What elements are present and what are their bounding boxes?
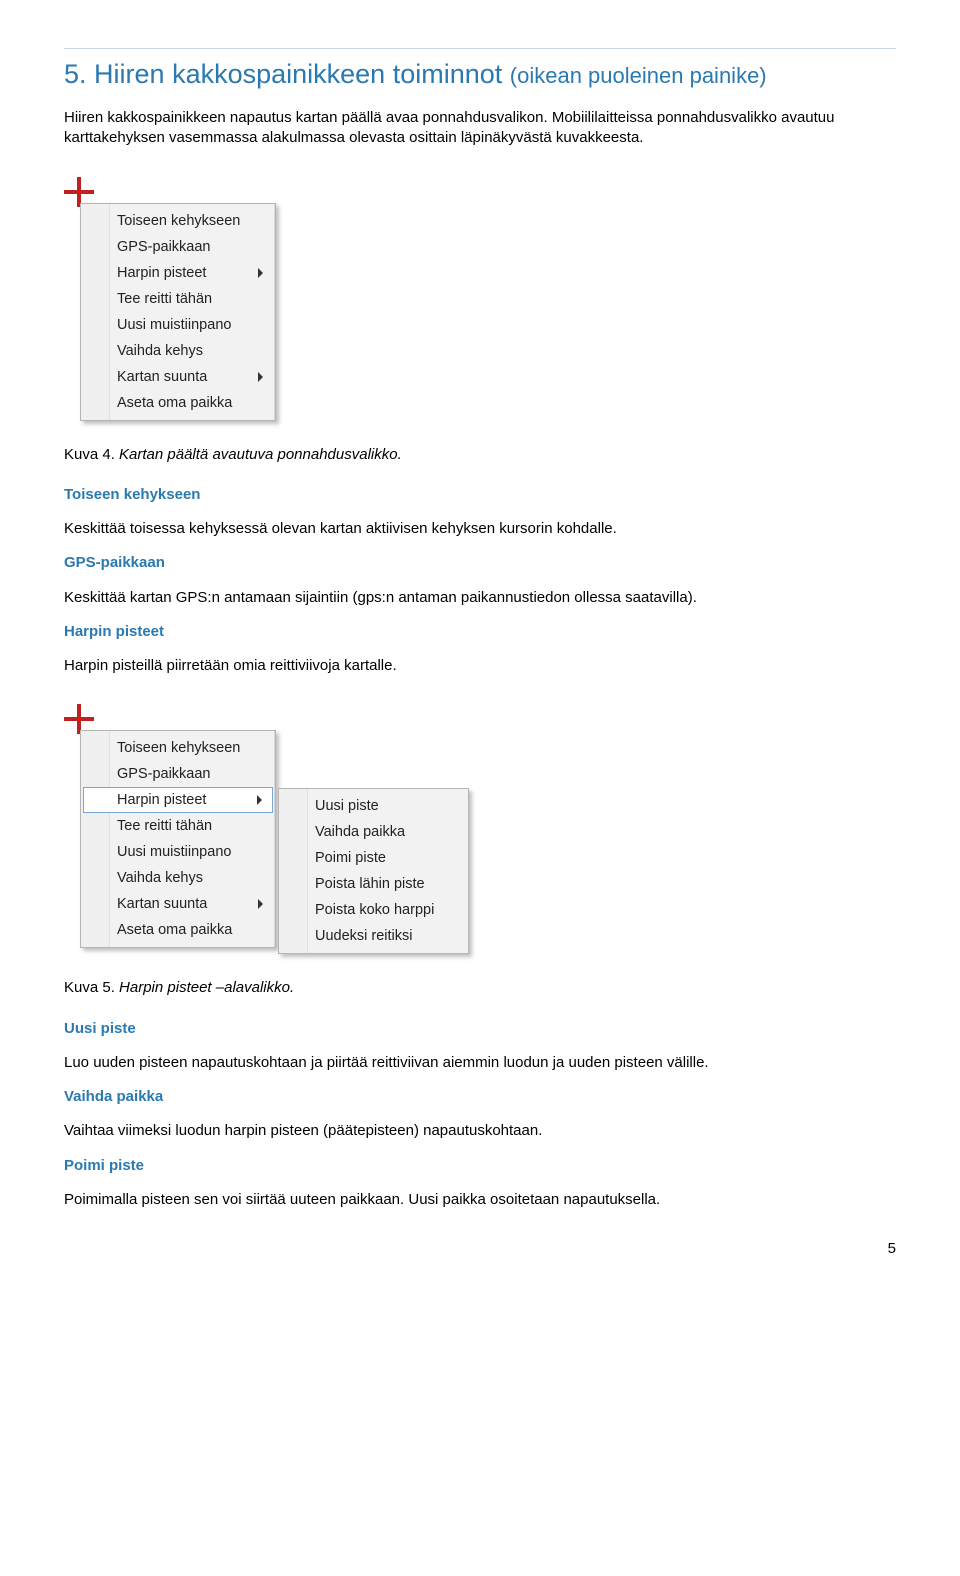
chevron-right-icon	[258, 899, 263, 909]
menu-item-label: Kartan suunta	[117, 369, 207, 385]
heading-sub: (oikean puoleinen painike)	[510, 63, 767, 88]
figure-menu-2: Toiseen kehykseen GPS-paikkaan Harpin pist…	[64, 704, 469, 954]
submenu-item-label: Vaihda paikka	[315, 824, 405, 840]
menu-item[interactable]: Vaihda kehys	[83, 865, 273, 891]
section-heading: 5. Hiiren kakkospainikkeen toiminnot (oi…	[64, 48, 896, 90]
submenu-item-label: Uudeksi reitiksi	[315, 928, 413, 944]
menu-item[interactable]: GPS-paikkaan	[83, 234, 273, 260]
definition-body: Keskittää toisessa kehyksessä olevan kar…	[64, 519, 896, 539]
definition-body: Poimimalla pisteen sen voi siirtää uutee…	[64, 1190, 896, 1210]
page-number: 5	[64, 1240, 896, 1257]
submenu-item-label: Poista lähin piste	[315, 876, 425, 892]
menu-item[interactable]: GPS-paikkaan	[83, 761, 273, 787]
submenu-item-label: Poimi piste	[315, 850, 386, 866]
menu-item-label: Aseta oma paikka	[117, 922, 232, 938]
chevron-right-icon	[258, 372, 263, 382]
menu-item[interactable]: Vaihda kehys	[83, 338, 273, 364]
intro-text: Hiiren kakkospainikkeen napautus kartan …	[64, 108, 896, 149]
menu-item-label: Kartan suunta	[117, 896, 207, 912]
submenu-item[interactable]: Uudeksi reitiksi	[281, 923, 466, 949]
submenu-item[interactable]: Poimi piste	[281, 845, 466, 871]
submenu-item[interactable]: Uusi piste	[281, 793, 466, 819]
menu-item[interactable]: Tee reitti tähän	[83, 813, 273, 839]
menu-item-label: Tee reitti tähän	[117, 291, 212, 307]
menu-item-label: Uusi muistiinpano	[117, 317, 231, 333]
caption-1: Kuva 4. Kartan päältä avautuva ponnahdus…	[64, 445, 896, 465]
menu-item-label: Vaihda kehys	[117, 343, 203, 359]
submenu-harpin-pisteet: Uusi piste Vaihda paikka Poimi piste Poista…	[278, 788, 469, 954]
menu-item-label: Harpin pisteet	[117, 265, 206, 281]
menu-item[interactable]: Uusi muistiinpano	[83, 839, 273, 865]
menu-item-label: Vaihda kehys	[117, 870, 203, 886]
heading-main: Hiiren kakkospainikkeen toiminnot	[94, 59, 502, 89]
submenu-item[interactable]: Poista koko harppi	[281, 897, 466, 923]
menu-item-label: Tee reitti tähän	[117, 818, 212, 834]
menu-item[interactable]: Toiseen kehykseen	[83, 735, 273, 761]
menu-item-label: GPS-paikkaan	[117, 766, 211, 782]
heading-number: 5.	[64, 59, 87, 89]
submenu-item[interactable]: Vaihda paikka	[281, 819, 466, 845]
definition-term: Poimi piste	[64, 1156, 896, 1176]
definition-body: Vaihtaa viimeksi luodun harpin pisteen (…	[64, 1121, 896, 1141]
submenu-item[interactable]: Poista lähin piste	[281, 871, 466, 897]
definition-term: Harpin pisteet	[64, 622, 896, 642]
submenu-item-label: Poista koko harppi	[315, 902, 434, 918]
menu-item[interactable]: Harpin pisteet	[83, 787, 273, 813]
chevron-right-icon	[258, 268, 263, 278]
menu-item-label: Toiseen kehykseen	[117, 213, 240, 229]
caption-label: Kuva 4.	[64, 446, 115, 463]
menu-item[interactable]: Tee reitti tähän	[83, 286, 273, 312]
definition-term: Uusi piste	[64, 1019, 896, 1039]
menu-item[interactable]: Aseta oma paikka	[83, 390, 273, 416]
menu-item[interactable]: Kartan suunta	[83, 364, 273, 390]
caption-label: Kuva 5.	[64, 979, 115, 996]
menu-item-label: Aseta oma paikka	[117, 395, 232, 411]
menu-item[interactable]: Harpin pisteet	[83, 260, 273, 286]
caption-title: Harpin pisteet –alavalikko.	[119, 979, 294, 996]
context-menu-2: Toiseen kehykseen GPS-paikkaan Harpin pist…	[80, 730, 276, 948]
definition-body: Luo uuden pisteen napautuskohtaan ja pii…	[64, 1053, 896, 1073]
menu-item-label: Toiseen kehykseen	[117, 740, 240, 756]
submenu-item-label: Uusi piste	[315, 798, 379, 814]
menu-item[interactable]: Kartan suunta	[83, 891, 273, 917]
definition-term: Vaihda paikka	[64, 1087, 896, 1107]
caption-title: Kartan päältä avautuva ponnahdusvalikko.	[119, 446, 402, 463]
chevron-right-icon	[257, 795, 262, 805]
menu-item-label: Harpin pisteet	[117, 792, 206, 808]
menu-item[interactable]: Uusi muistiinpano	[83, 312, 273, 338]
menu-item[interactable]: Aseta oma paikka	[83, 917, 273, 943]
context-menu-1: Toiseen kehykseen GPS-paikkaan Harpin pist…	[80, 203, 276, 421]
menu-item[interactable]: Toiseen kehykseen	[83, 208, 273, 234]
figure-menu-1: Toiseen kehykseen GPS-paikkaan Harpin pist…	[64, 177, 276, 421]
menu-item-label: Uusi muistiinpano	[117, 844, 231, 860]
definition-term: Toiseen kehykseen	[64, 485, 896, 505]
definition-term: GPS-paikkaan	[64, 553, 896, 573]
definition-body: Harpin pisteillä piirretään omia reittiv…	[64, 656, 896, 676]
definition-body: Keskittää kartan GPS:n antamaan sijainti…	[64, 588, 896, 608]
menu-item-label: GPS-paikkaan	[117, 239, 211, 255]
caption-2: Kuva 5. Harpin pisteet –alavalikko.	[64, 978, 896, 998]
